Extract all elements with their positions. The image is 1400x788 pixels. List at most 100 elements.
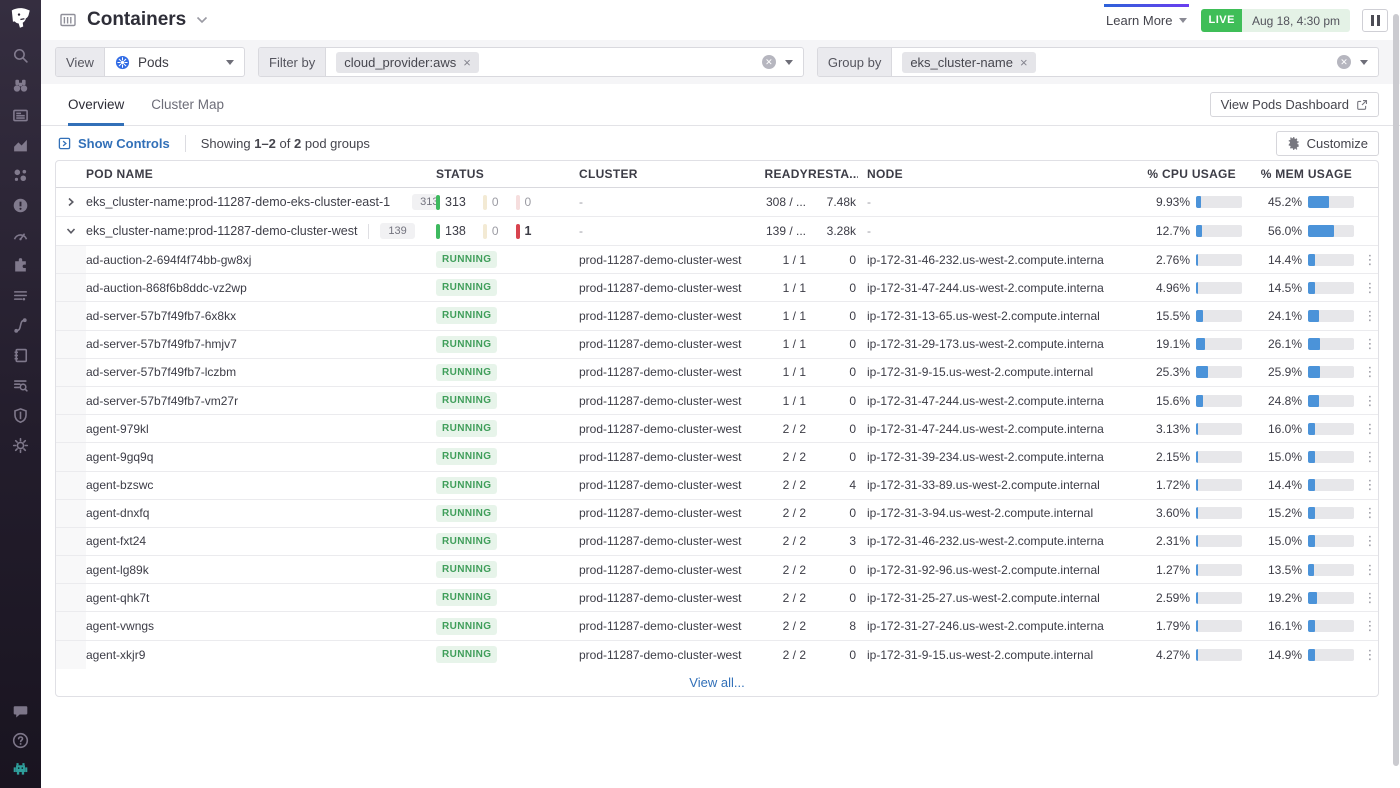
page-switcher-chevron-icon[interactable] (196, 16, 208, 24)
row-menu-kebab-icon[interactable]: ⋮ (1362, 308, 1378, 324)
filter-by-input[interactable]: Filter by cloud_provider:aws × ✕ (258, 47, 804, 77)
pod-name-cell[interactable]: ad-server-57b7f49fb7-hmjv7 (86, 337, 436, 351)
pod-row[interactable]: ad-auction-868f6b8ddc-vz2wp RUNNING prod… (56, 274, 1378, 303)
view-all-link[interactable]: View all... (689, 675, 744, 690)
column-header[interactable]: CLUSTER (579, 167, 763, 181)
pod-row[interactable]: agent-979kl RUNNING prod-11287-demo-clus… (56, 415, 1378, 444)
column-header[interactable]: % MEM USAGE (1250, 167, 1362, 181)
group-name[interactable]: eks_cluster-name:prod-11287-demo-eks-clu… (86, 195, 390, 209)
row-menu-kebab-icon[interactable]: ⋮ (1362, 336, 1378, 352)
security-icon[interactable] (12, 407, 29, 424)
remove-group-tag-icon[interactable]: × (1020, 56, 1028, 69)
pod-row[interactable]: ad-server-57b7f49fb7-vm27r RUNNING prod-… (56, 386, 1378, 416)
pod-name-cell[interactable]: agent-xkjr9 (86, 648, 436, 662)
chat-icon[interactable] (12, 703, 29, 720)
customize-button[interactable]: Customize (1275, 131, 1379, 156)
watchdog-icon[interactable] (12, 77, 29, 94)
pod-row[interactable]: agent-dnxfq RUNNING prod-11287-demo-clus… (56, 499, 1378, 528)
view-select[interactable]: View Pods (55, 47, 245, 77)
live-badge[interactable]: LIVE (1201, 8, 1242, 32)
expand-chevron-icon[interactable] (56, 188, 86, 216)
search-icon[interactable] (12, 47, 29, 64)
apm-icon[interactable] (12, 287, 29, 304)
pod-row[interactable]: agent-qhk7t RUNNING prod-11287-demo-clus… (56, 584, 1378, 613)
pod-name-cell[interactable]: ad-server-57b7f49fb7-vm27r (86, 394, 436, 408)
pod-row[interactable]: ad-server-57b7f49fb7-hmjv7 RUNNING prod-… (56, 330, 1378, 359)
pod-name-cell[interactable]: ad-auction-2-694f4f74bb-gw8xj (86, 253, 436, 267)
pod-row[interactable]: ad-server-57b7f49fb7-6x8kx RUNNING prod-… (56, 302, 1378, 331)
column-header[interactable]: NODE (858, 167, 1104, 181)
pod-group-row[interactable]: eks_cluster-name:prod-11287-demo-eks-clu… (56, 188, 1378, 217)
group-tag[interactable]: eks_cluster-name × (902, 51, 1036, 73)
row-menu-kebab-icon[interactable]: ⋮ (1362, 618, 1378, 634)
row-menu-kebab-icon[interactable]: ⋮ (1362, 364, 1378, 380)
clear-filter-icon[interactable]: ✕ (761, 55, 776, 69)
pause-button[interactable] (1362, 8, 1388, 32)
pod-name-cell[interactable]: agent-lg89k (86, 563, 436, 577)
clear-group-icon[interactable]: ✕ (1337, 55, 1351, 69)
pod-row[interactable]: agent-lg89k RUNNING prod-11287-demo-clus… (56, 556, 1378, 585)
service-map-icon[interactable] (12, 317, 29, 334)
pod-name-cell[interactable]: agent-fxt24 (86, 534, 436, 548)
events-icon[interactable] (12, 107, 29, 124)
pod-group-row[interactable]: eks_cluster-name:prod-11287-demo-cluster… (56, 217, 1378, 246)
datadog-logo[interactable] (6, 4, 36, 34)
integrations-icon[interactable] (12, 257, 29, 274)
row-menu-kebab-icon[interactable]: ⋮ (1362, 505, 1378, 521)
pod-row[interactable]: agent-fxt24 RUNNING prod-11287-demo-clus… (56, 527, 1378, 557)
row-menu-kebab-icon[interactable]: ⋮ (1362, 421, 1378, 437)
pod-row[interactable]: agent-bzswc RUNNING prod-11287-demo-clus… (56, 471, 1378, 500)
column-header[interactable]: RESTA... (808, 167, 858, 181)
group-name[interactable]: eks_cluster-name:prod-11287-demo-cluster… (86, 224, 357, 238)
pod-row[interactable]: ad-server-57b7f49fb7-lczbm RUNNING prod-… (56, 358, 1378, 387)
group-by-input[interactable]: Group by eks_cluster-name × ✕ (816, 47, 1379, 77)
filter-dropdown-caret-icon[interactable] (784, 59, 793, 65)
pod-name-cell[interactable]: agent-bzswc (86, 478, 436, 492)
column-header[interactable]: READY (763, 167, 808, 181)
dashboards-icon[interactable] (12, 137, 29, 154)
filter-tag[interactable]: cloud_provider:aws × (336, 51, 479, 73)
pod-row[interactable]: ad-auction-2-694f4f74bb-gw8xj RUNNING pr… (56, 246, 1378, 275)
pod-name-cell[interactable]: agent-qhk7t (86, 591, 436, 605)
pod-name-cell[interactable]: ad-server-57b7f49fb7-6x8kx (86, 309, 436, 323)
tab-cluster-map[interactable]: Cluster Map (151, 97, 224, 125)
scrollbar[interactable] (1393, 14, 1399, 766)
row-menu-kebab-icon[interactable]: ⋮ (1362, 647, 1378, 663)
metrics-icon[interactable] (12, 227, 29, 244)
infrastructure-icon[interactable] (12, 167, 29, 184)
column-header[interactable]: STATUS (436, 167, 579, 181)
column-header[interactable]: % CPU USAGE (1104, 167, 1250, 181)
pod-name-cell[interactable]: agent-9gq9q (86, 450, 436, 464)
row-menu-kebab-icon[interactable]: ⋮ (1362, 280, 1378, 296)
help-icon[interactable] (12, 732, 29, 749)
row-menu-kebab-icon[interactable]: ⋮ (1362, 562, 1378, 578)
view-pods-dashboard-button[interactable]: View Pods Dashboard (1209, 92, 1379, 117)
learn-more-button[interactable]: Learn More (1104, 3, 1190, 34)
pod-name-cell[interactable]: ad-server-57b7f49fb7-lczbm (86, 365, 436, 379)
row-menu-kebab-icon[interactable]: ⋮ (1362, 393, 1378, 409)
bits-icon[interactable] (12, 761, 29, 778)
remove-filter-tag-icon[interactable]: × (463, 56, 471, 69)
pod-row[interactable]: agent-9gq9q RUNNING prod-11287-demo-clus… (56, 443, 1378, 472)
show-controls-button[interactable]: Show Controls (58, 136, 170, 151)
monitors-icon[interactable] (12, 197, 29, 214)
pod-name-cell[interactable]: agent-979kl (86, 422, 436, 436)
group-dropdown-caret-icon[interactable] (1360, 59, 1368, 65)
pod-row[interactable]: agent-vwngs RUNNING prod-11287-demo-clus… (56, 612, 1378, 641)
view-dropdown-caret-icon[interactable] (226, 59, 234, 65)
pod-row[interactable]: agent-xkjr9 RUNNING prod-11287-demo-clus… (56, 640, 1378, 669)
pod-name-cell[interactable]: ad-auction-868f6b8ddc-vz2wp (86, 281, 436, 295)
pod-name-cell[interactable]: agent-vwngs (86, 619, 436, 633)
column-header[interactable]: POD NAME (86, 167, 436, 181)
pod-name-cell[interactable]: agent-dnxfq (86, 506, 436, 520)
collapse-chevron-icon[interactable] (56, 217, 86, 245)
logs-icon[interactable] (12, 377, 29, 394)
row-menu-kebab-icon[interactable]: ⋮ (1362, 252, 1378, 268)
tab-overview[interactable]: Overview (68, 97, 125, 126)
row-menu-kebab-icon[interactable]: ⋮ (1362, 449, 1378, 465)
row-menu-kebab-icon[interactable]: ⋮ (1362, 533, 1378, 549)
row-menu-kebab-icon[interactable]: ⋮ (1362, 590, 1378, 606)
notebooks-icon[interactable] (12, 347, 29, 364)
synthetics-icon[interactable] (12, 437, 29, 454)
row-menu-kebab-icon[interactable]: ⋮ (1362, 477, 1378, 493)
